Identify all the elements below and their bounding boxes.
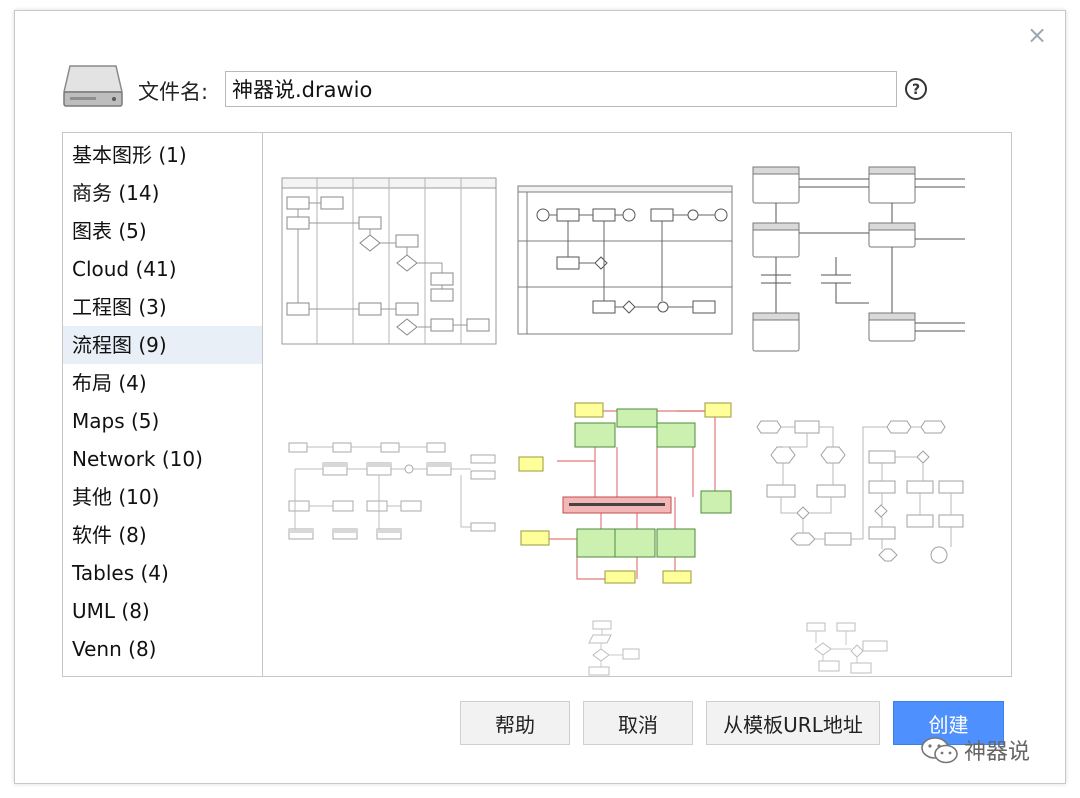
watermark-text: 神器说 — [964, 740, 1031, 765]
category-item-network[interactable]: Network (10) — [63, 440, 262, 478]
template-thumbnail-bpmn[interactable] — [517, 185, 733, 335]
help-icon[interactable]: ? — [904, 77, 928, 101]
cancel-button[interactable]: 取消 — [583, 701, 693, 745]
template-url-button[interactable]: 从模板URL地址 — [706, 701, 880, 745]
template-grid — [263, 133, 1011, 676]
template-thumbnail-functions[interactable] — [751, 163, 967, 357]
category-item-layout[interactable]: 布局 (4) — [63, 364, 262, 402]
category-item-engineering[interactable]: 工程图 (3) — [63, 288, 262, 326]
category-item-cloud[interactable]: Cloud (41) — [63, 250, 262, 288]
disk-icon — [63, 65, 123, 107]
category-item-venn[interactable]: Venn (8) — [63, 630, 262, 668]
template-thumbnail-system-context[interactable] — [517, 401, 733, 589]
category-item-flowchart[interactable]: 流程图 (9) — [63, 326, 262, 364]
template-thumbnail-partial-2[interactable] — [801, 621, 911, 676]
category-item-charts[interactable]: 图表 (5) — [63, 212, 262, 250]
help-glyph: ? — [912, 82, 920, 98]
template-thumbnail-swimlane[interactable] — [281, 177, 497, 345]
template-thumbnail-process[interactable] — [281, 439, 501, 549]
wechat-icon — [921, 737, 958, 764]
category-list: 基本图形 (1) 商务 (14) 图表 (5) Cloud (41) 工程图 (… — [63, 133, 263, 676]
close-icon[interactable]: × — [1026, 23, 1048, 47]
category-item-basic[interactable]: 基本图形 (1) — [63, 136, 262, 174]
category-item-maps[interactable]: Maps (5) — [63, 402, 262, 440]
template-thumbnail-decision-flow[interactable] — [751, 415, 967, 575]
category-item-tables[interactable]: Tables (4) — [63, 554, 262, 592]
category-item-uml[interactable]: UML (8) — [63, 592, 262, 630]
category-item-business[interactable]: 商务 (14) — [63, 174, 262, 212]
category-item-software[interactable]: 软件 (8) — [63, 516, 262, 554]
help-button[interactable]: 帮助 — [460, 701, 570, 745]
watermark: 神器说 — [920, 734, 1030, 766]
template-panel: 基本图形 (1) 商务 (14) 图表 (5) Cloud (41) 工程图 (… — [62, 132, 1012, 677]
category-item-other[interactable]: 其他 (10) — [63, 478, 262, 516]
template-thumbnail-partial-1[interactable] — [577, 619, 667, 676]
filename-input[interactable] — [225, 71, 897, 107]
filename-label: 文件名: — [138, 80, 209, 104]
